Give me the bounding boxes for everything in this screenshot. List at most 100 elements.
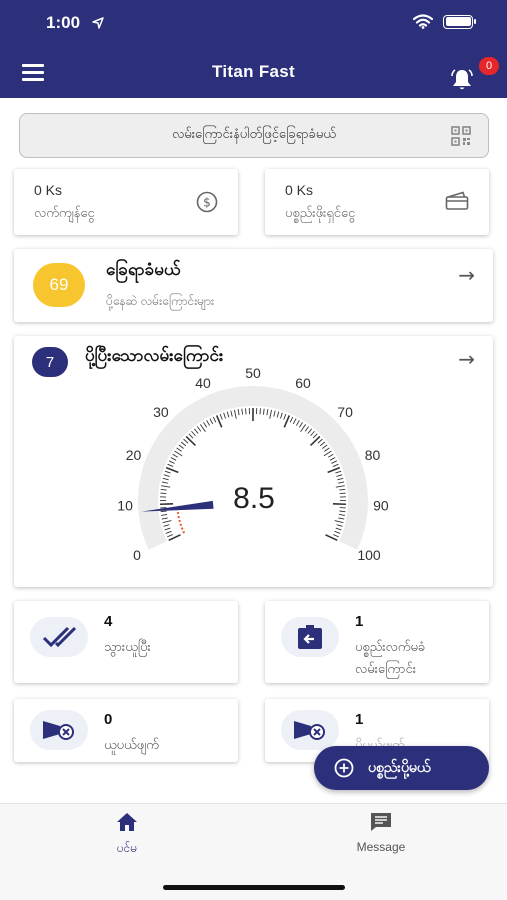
location-arrow-icon bbox=[92, 17, 104, 29]
gauge-tick bbox=[334, 520, 344, 524]
add-circle-icon bbox=[334, 758, 354, 778]
tracking-card[interactable]: 69 ခြေရာခံမယ် ပို့နေဆဲ လမ်းကြောင်းများ → bbox=[14, 249, 493, 322]
gauge-tick bbox=[295, 420, 300, 426]
gauge-value: 8.5 bbox=[233, 482, 275, 515]
gauge-tick bbox=[160, 488, 167, 491]
app-title: Titan Fast bbox=[212, 62, 295, 81]
gauge-tick bbox=[193, 428, 199, 434]
gauge-tick bbox=[339, 510, 346, 513]
gauge-tick-label: 90 bbox=[373, 497, 389, 513]
tab-home[interactable]: ပင်မ bbox=[104, 812, 150, 858]
gauge-tick bbox=[165, 466, 179, 474]
gauge-tick bbox=[337, 477, 344, 481]
balance-card[interactable]: 0 Ks လက်ကျန်ငွေ $ bbox=[14, 169, 238, 235]
double-check-icon bbox=[30, 617, 88, 657]
gauge-tick bbox=[324, 447, 330, 452]
gauge-tick bbox=[219, 413, 223, 420]
gauge-tick bbox=[280, 412, 283, 419]
gauge-tick bbox=[174, 450, 183, 457]
app-header: 1:00 Titan Fast 0 bbox=[0, 0, 507, 98]
notification-badge: 0 bbox=[479, 57, 499, 75]
pickup-cancel-label: ယူပယ်ဖျက် bbox=[104, 738, 159, 753]
svg-text:$: $ bbox=[203, 196, 211, 210]
gauge-tick-label: 10 bbox=[117, 497, 133, 513]
gauge-tick bbox=[327, 453, 334, 458]
cancel-ticket-icon bbox=[30, 710, 88, 750]
gauge-tick bbox=[163, 524, 170, 527]
send-parcel-label: ပစ္စည်းပို့မယ် bbox=[368, 759, 431, 776]
gauge-tick bbox=[327, 466, 341, 474]
gauge-tick bbox=[269, 409, 272, 419]
gauge-tick bbox=[230, 410, 233, 417]
gauge-tick bbox=[283, 413, 287, 420]
cancel-ticket-icon bbox=[281, 710, 339, 750]
gauge-tick-label: 50 bbox=[245, 365, 261, 381]
wallet-icon bbox=[445, 191, 469, 210]
gauge-tick bbox=[209, 418, 214, 425]
gauge-tick bbox=[307, 428, 313, 434]
message-icon bbox=[371, 813, 391, 831]
notification-bell-icon[interactable] bbox=[450, 68, 474, 92]
gauge-tick bbox=[180, 441, 187, 447]
gauge-tick bbox=[334, 530, 341, 534]
gauge-tick bbox=[161, 481, 168, 484]
gauge-tick-label: 60 bbox=[295, 375, 311, 391]
gauge-tick bbox=[266, 409, 269, 416]
wifi-icon bbox=[413, 14, 433, 29]
gauge-tick bbox=[170, 457, 177, 461]
gauge-fill bbox=[176, 508, 186, 534]
gauge-tick bbox=[241, 408, 243, 415]
gauge-tick bbox=[160, 492, 167, 495]
gauge-tick bbox=[335, 470, 342, 474]
qr-code-icon[interactable] bbox=[451, 126, 471, 146]
gauge-tick bbox=[167, 463, 174, 468]
gauge-tick bbox=[338, 517, 345, 520]
gauge-tick bbox=[276, 411, 280, 418]
gauge-tick bbox=[331, 460, 338, 464]
gauge-tick bbox=[329, 457, 336, 461]
gauge-tick-label: 20 bbox=[126, 447, 142, 463]
gauge-tick-label: 40 bbox=[195, 375, 211, 391]
gauge-tick bbox=[336, 524, 343, 527]
gauge-tick bbox=[298, 422, 303, 428]
send-parcel-button[interactable]: ပစ္စည်းပို့မယ် bbox=[314, 746, 489, 790]
gauge-tick bbox=[183, 438, 189, 444]
tracking-count-badge: 69 bbox=[33, 263, 85, 307]
rejected-parcel-card[interactable]: 1 ပစ္စည်းလက်မခံ လမ်းကြောင်း bbox=[265, 601, 489, 683]
gauge-tick bbox=[176, 447, 182, 452]
picked-up-count: 4 bbox=[104, 613, 113, 630]
picked-up-card[interactable]: 4 သွားယူပြီး bbox=[14, 601, 238, 683]
gauge-tick bbox=[322, 444, 328, 449]
gauge-tick bbox=[309, 435, 321, 447]
gauge-tick-label: 30 bbox=[153, 404, 169, 420]
balance-label: လက်ကျန်ငွေ bbox=[34, 206, 95, 221]
tab-message[interactable]: Message bbox=[343, 812, 419, 854]
gauge-tick bbox=[172, 453, 179, 458]
dollar-coin-icon: $ bbox=[196, 191, 218, 213]
gauge-tick bbox=[292, 418, 297, 425]
gauge-tick bbox=[161, 517, 168, 520]
gauge-tick bbox=[161, 514, 168, 516]
gauge-tick bbox=[185, 435, 197, 447]
gauge-tick bbox=[317, 438, 323, 444]
battery-icon bbox=[443, 14, 476, 29]
tab-message-label: Message bbox=[356, 840, 406, 854]
gauge-tick bbox=[300, 424, 307, 433]
gauge-tick bbox=[160, 510, 167, 513]
delivered-card[interactable]: 7 ပို့ပြီးသောလမ်းကြောင်း → 0 10 20 30 40 50 60… bbox=[14, 336, 493, 587]
pickup-cancel-count: 0 bbox=[104, 711, 113, 728]
cod-balance-card[interactable]: 0 Ks ပစ္စည်းဖိုးရှင်ငွေ bbox=[265, 169, 489, 235]
pickup-cancel-card[interactable]: 0 ယူပယ်ဖျက် bbox=[14, 699, 238, 762]
gauge-tick bbox=[339, 492, 346, 495]
gauge-tick bbox=[323, 450, 332, 457]
gauge-tick bbox=[168, 460, 175, 464]
gauge-tick bbox=[319, 441, 326, 447]
track-by-number-bar[interactable]: လမ်းကြောင်းနံပါတ်ဖြင့်ခြေရာခံမယ် bbox=[19, 113, 489, 158]
gauge-tick bbox=[162, 477, 169, 481]
rejected-label: ပစ္စည်းလက်မခံ လမ်းကြောင်း bbox=[355, 640, 426, 677]
gauge-tick bbox=[203, 422, 208, 428]
tab-home-label: ပင်မ bbox=[116, 841, 138, 855]
gauge-tick bbox=[273, 410, 276, 417]
gauge-tick bbox=[165, 530, 172, 534]
gauge-tick bbox=[199, 424, 206, 433]
